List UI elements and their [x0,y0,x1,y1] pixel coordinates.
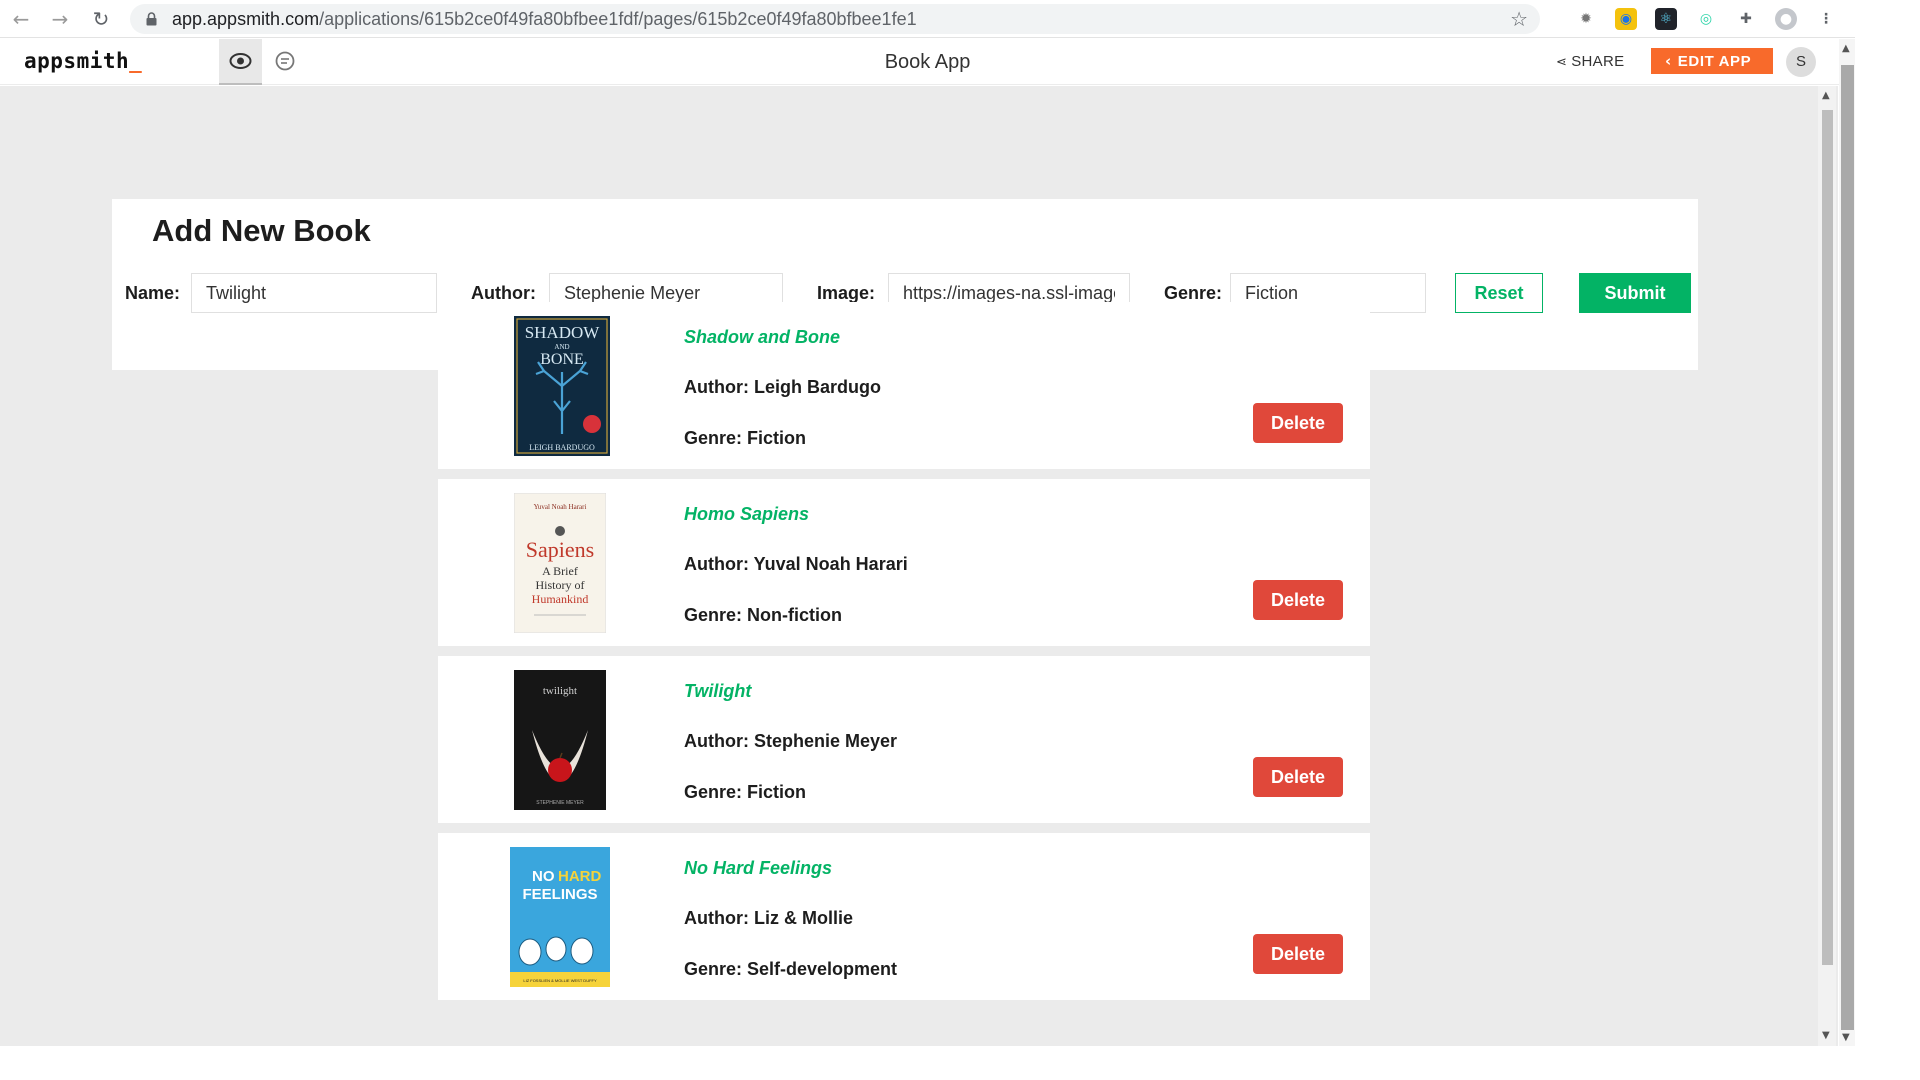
extension-bug-icon[interactable]: ✹ [1575,8,1597,30]
extension-circle-icon[interactable]: ◎ [1695,8,1717,30]
list-item: SHADOW AND BONE LEIGH BARDUGO Shadow and… [438,302,1370,469]
book-genre: Genre: Fiction [684,782,807,802]
list-item: NO HARD FEELINGS LIZ FOSSLIEN & MOLLIE W… [438,833,1370,1000]
extension-color-icon[interactable]: ◉ [1615,8,1637,30]
book-title: Twilight [684,681,752,701]
app-canvas: Add New Book Name: Author: Image: Genre:… [0,86,1838,1046]
forward-icon[interactable]: → [47,6,73,32]
extension-react-icon[interactable]: ⚛ [1655,8,1677,30]
cover-title-line: Humankind [532,592,589,606]
page-scroll-up-icon[interactable]: ▲ [1842,43,1850,54]
cover-title-line: AND [554,343,569,351]
name-input[interactable] [191,273,437,313]
cover-title-line: A Brief [542,564,578,578]
delete-button[interactable]: Delete [1253,757,1343,797]
genre-label: Genre: [1164,283,1223,303]
app-header: appsmith_ Book App ⋖ SHARE ‹ EDIT APP S [0,39,1855,85]
book-title: No Hard Feelings [684,858,833,878]
cover-title-line: HARD [558,868,601,885]
avatar[interactable]: S [1786,47,1816,77]
share-icon: ⋖ [1556,55,1568,70]
book-author: Author: Liz & Mollie [684,908,853,928]
form-title: Add New Book [152,213,371,248]
cover-title-line: NO [532,868,555,885]
url-text: app.appsmith.com/applications/615b2ce0f4… [172,9,917,29]
browser-toolbar: ← → ↻ app.appsmith.com/applications/615b… [0,0,1855,38]
profile-icon[interactable]: ● [1775,8,1797,30]
canvas-scrollbar[interactable]: ▲ ▼ [1818,86,1836,1046]
cover-title-line: twilight [543,685,577,697]
scroll-up-icon[interactable]: ▲ [1822,90,1830,101]
extensions-puzzle-icon[interactable]: ✚ [1735,8,1757,30]
book-cover-image: Yuval Noah Harari Sapiens A Brief Histor… [514,493,606,633]
page-scroll-thumb[interactable] [1841,65,1854,1030]
image-label: Image: [817,283,876,303]
cover-author-line: LEIGH BARDUGO [529,443,595,452]
book-title: Shadow and Bone [684,327,841,347]
cover-author-line: Yuval Noah Harari [534,503,587,511]
cover-title-line: Sapiens [526,537,594,562]
cover-title-line: FEELINGS [522,886,597,903]
book-cover-image: SHADOW AND BONE LEIGH BARDUGO [514,316,610,456]
address-bar[interactable]: app.appsmith.com/applications/615b2ce0f4… [130,4,1540,34]
cover-author-line: STEPHENIE MEYER [536,800,584,806]
delete-button[interactable]: Delete [1253,934,1343,974]
book-author: Author: Yuval Noah Harari [684,554,908,574]
list-item: Yuval Noah Harari Sapiens A Brief Histor… [438,479,1370,646]
bookmark-star-icon[interactable]: ☆ [1510,7,1528,31]
cover-title-line: History of [536,578,585,592]
scroll-down-icon[interactable]: ▼ [1822,1030,1830,1041]
author-label: Author: [471,283,536,303]
book-genre: Genre: Fiction [684,428,807,448]
share-label: SHARE [1571,53,1625,70]
cover-title-line: SHADOW [525,323,601,342]
cover-title-line: BONE [540,351,584,368]
canvas-scroll-thumb[interactable] [1822,110,1833,965]
book-cover-image: NO HARD FEELINGS LIZ FOSSLIEN & MOLLIE W… [510,847,610,987]
delete-button[interactable]: Delete [1253,403,1343,443]
submit-button[interactable]: Submit [1579,273,1691,313]
reload-icon[interactable]: ↻ [88,6,114,32]
chevron-left-icon: ‹ [1665,52,1672,70]
edit-app-button[interactable]: ‹ EDIT APP [1651,48,1773,74]
url-path: /applications/615b2ce0f49fa80bfbee1fdf/p… [319,9,917,29]
back-icon[interactable]: ← [8,6,34,32]
page-scrollbar[interactable]: ▲ ▼ [1839,39,1855,1046]
share-button[interactable]: ⋖ SHARE [1556,53,1624,70]
delete-button[interactable]: Delete [1253,580,1343,620]
cover-author-line: LIZ FOSSLIEN & MOLLIE WEST DUFFY [523,978,597,983]
name-label: Name: [125,283,181,303]
book-genre: Genre: Self-development [684,959,898,979]
book-genre: Genre: Non-fiction [684,605,842,625]
book-author: Author: Leigh Bardugo [684,377,881,397]
reset-button[interactable]: Reset [1455,273,1543,313]
edit-app-label: EDIT APP [1677,53,1752,70]
lock-icon [146,12,157,26]
url-host: app.appsmith.com [172,9,320,29]
book-cover-image: twilight STEPHENIE MEYER [514,670,606,810]
list-item: twilight STEPHENIE MEYER Twilight Author… [438,656,1370,823]
book-title: Homo Sapiens [684,504,810,524]
page-scroll-down-icon[interactable]: ▼ [1842,1032,1850,1043]
book-author: Author: Stephenie Meyer [684,731,898,751]
browser-menu-icon[interactable]: ⋮ [1815,8,1837,30]
